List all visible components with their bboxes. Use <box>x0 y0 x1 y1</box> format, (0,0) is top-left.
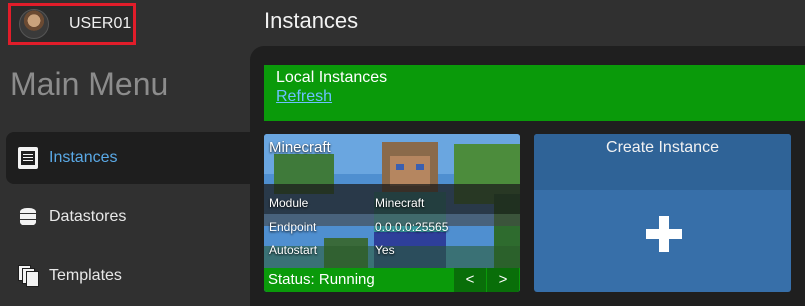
status-text: Status: Running <box>268 271 375 288</box>
sidebar: Instances Datastores Templates <box>6 132 250 306</box>
local-instances-bar: Local Instances Refresh <box>264 65 805 121</box>
local-instances-title: Local Instances <box>276 69 388 86</box>
avatar <box>19 9 49 39</box>
next-button[interactable]: > <box>487 268 519 292</box>
sidebar-item-datastores[interactable]: Datastores <box>6 191 250 243</box>
module-label: Module <box>269 196 309 210</box>
create-instance-label: Create Instance <box>534 134 791 190</box>
module-value: Minecraft <box>375 196 425 210</box>
create-instance-card[interactable]: Create Instance <box>534 134 791 292</box>
sidebar-item-instances[interactable]: Instances <box>6 132 250 184</box>
sidebar-item-label: Datastores <box>49 208 127 225</box>
templates-icon <box>18 265 39 287</box>
prev-button[interactable]: < <box>454 268 486 292</box>
sidebar-item-label: Instances <box>49 149 118 166</box>
film-icon <box>18 147 38 169</box>
user-name: USER01 <box>69 15 132 32</box>
plus-icon <box>646 216 682 252</box>
user-badge[interactable]: USER01 <box>8 3 136 45</box>
status-bar: Status: Running < > <box>264 268 520 292</box>
sidebar-item-templates[interactable]: Templates <box>6 250 250 302</box>
instance-name: Minecraft <box>269 139 331 156</box>
sidebar-item-label: Templates <box>49 267 122 284</box>
endpoint-label: Endpoint <box>269 220 317 234</box>
content-panel: Local Instances Refresh Minecraft Module… <box>250 46 805 306</box>
endpoint-value: 0.0.0.0:25565 <box>375 220 449 234</box>
database-icon <box>20 208 36 226</box>
autostart-label: Autostart <box>269 243 318 257</box>
main-menu-title: Main Menu <box>10 66 169 102</box>
autostart-value: Yes <box>375 243 395 257</box>
instance-card-minecraft[interactable]: Minecraft Module Minecraft Endpoint 0.0.… <box>264 134 520 292</box>
refresh-link[interactable]: Refresh <box>276 88 332 106</box>
page-title: Instances <box>264 8 359 33</box>
